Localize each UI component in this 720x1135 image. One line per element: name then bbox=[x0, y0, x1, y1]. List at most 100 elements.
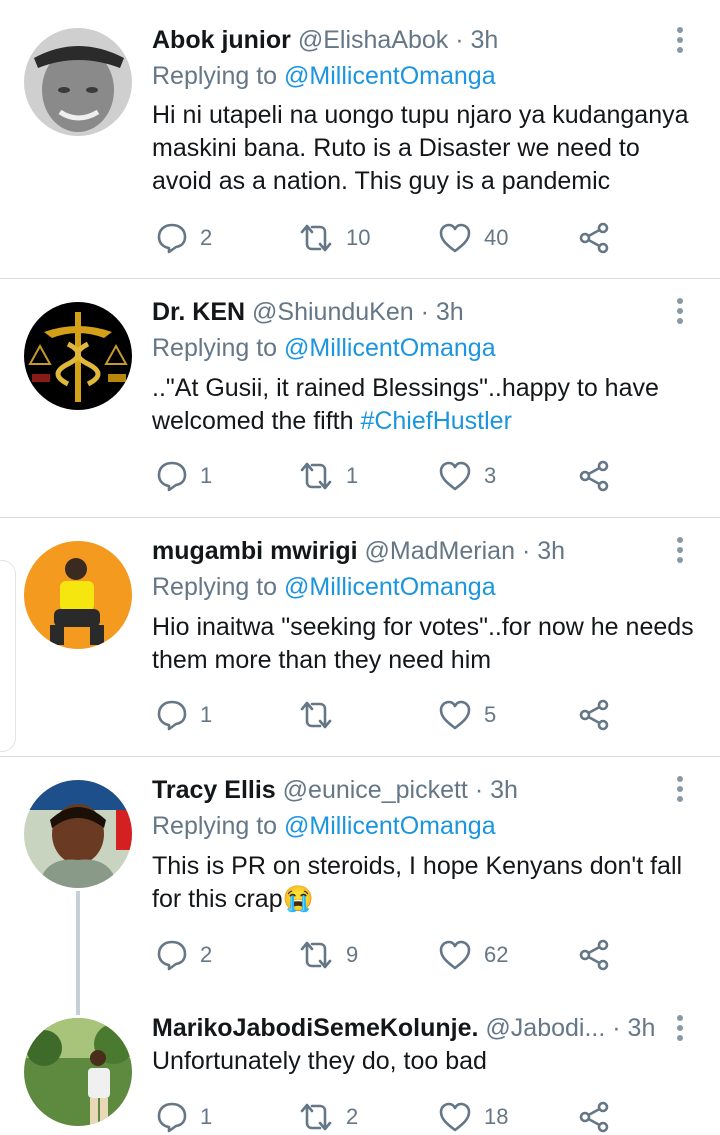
retweet-count: 2 bbox=[346, 1104, 359, 1129]
replying-to-label: Replying to bbox=[152, 573, 278, 601]
like-count: 5 bbox=[484, 702, 497, 727]
retweet-count: 1 bbox=[346, 463, 359, 488]
like-icon bbox=[439, 700, 471, 730]
separator-dot: · bbox=[474, 776, 484, 804]
like-count: 62 bbox=[484, 942, 509, 967]
avatar[interactable] bbox=[24, 541, 132, 649]
tweet-actions: 1 1 3 bbox=[152, 458, 700, 494]
like-button[interactable]: 40 bbox=[438, 220, 508, 256]
more-options-icon[interactable] bbox=[670, 536, 690, 566]
tweet-2[interactable]: Dr. KEN @ShiunduKen · 3h Replying to @Mi… bbox=[0, 279, 720, 517]
like-button[interactable]: 18 bbox=[438, 1099, 508, 1135]
tweet-text-content: Unfortunately they do, too bad bbox=[152, 1047, 487, 1075]
replying-to-line: Replying to @MillicentOmanga bbox=[152, 333, 496, 363]
retweet-button[interactable]: 10 bbox=[298, 220, 370, 256]
share-button[interactable] bbox=[578, 220, 612, 256]
reply-button[interactable]: 1 bbox=[156, 697, 212, 733]
tweet-text-content: This is PR on steroids, I hope Kenyans d… bbox=[152, 852, 683, 913]
like-icon bbox=[439, 1102, 471, 1132]
display-name[interactable]: Tracy Ellis bbox=[152, 776, 276, 804]
tweet-text: .."At Gusii, it rained Blessings"..happy… bbox=[152, 372, 700, 438]
share-button[interactable] bbox=[578, 1099, 612, 1135]
like-count: 18 bbox=[484, 1104, 509, 1129]
avatar[interactable] bbox=[24, 1018, 132, 1126]
timestamp[interactable]: 3h bbox=[537, 537, 565, 565]
like-count: 3 bbox=[484, 463, 497, 488]
timestamp[interactable]: 3h bbox=[490, 776, 518, 804]
display-name[interactable]: mugambi mwirigi bbox=[152, 537, 358, 565]
avatar-image bbox=[24, 1018, 132, 1126]
share-button[interactable] bbox=[578, 458, 612, 494]
user-handle[interactable]: @ShiunduKen bbox=[252, 298, 414, 326]
more-options-icon[interactable] bbox=[670, 1014, 690, 1044]
avatar-image bbox=[24, 302, 132, 410]
reply-button[interactable]: 1 bbox=[156, 458, 212, 494]
timestamp[interactable]: 3h bbox=[436, 298, 464, 326]
hashtag-link[interactable]: #ChiefHustler bbox=[360, 407, 511, 435]
retweet-button[interactable]: 2 bbox=[298, 1099, 358, 1135]
more-options-icon[interactable] bbox=[670, 297, 690, 327]
retweet-icon bbox=[300, 701, 332, 729]
avatar-image bbox=[24, 780, 132, 888]
mention-link[interactable]: @MillicentOmanga bbox=[284, 334, 496, 362]
user-handle[interactable]: @eunice_pickett bbox=[283, 776, 468, 804]
like-icon bbox=[439, 223, 471, 253]
more-options-icon[interactable] bbox=[670, 26, 690, 56]
tweet-3[interactable]: mugambi mwirigi @MadMerian · 3h Replying… bbox=[0, 518, 720, 756]
tweet-4[interactable]: Tracy Ellis @eunice_pickett · 3h Replyin… bbox=[0, 757, 720, 997]
mention-link[interactable]: @MillicentOmanga bbox=[284, 62, 496, 90]
reply-button[interactable]: 2 bbox=[156, 220, 212, 256]
reply-icon bbox=[157, 223, 187, 254]
retweet-icon bbox=[300, 941, 332, 969]
tweet-text: This is PR on steroids, I hope Kenyans d… bbox=[152, 850, 700, 916]
tweet-text: Hi ni utapeli na uongo tupu njaro ya kud… bbox=[152, 99, 700, 198]
like-icon bbox=[439, 461, 471, 491]
share-icon bbox=[579, 1101, 609, 1133]
reply-button[interactable]: 1 bbox=[156, 1099, 212, 1135]
timestamp[interactable]: 3h bbox=[628, 1014, 656, 1042]
retweet-button[interactable]: 9 bbox=[298, 937, 358, 973]
avatar[interactable] bbox=[24, 302, 132, 410]
avatar[interactable] bbox=[24, 780, 132, 888]
tweet-5[interactable]: MarikoJabodiSemeKolunje. @Jabodi... · 3h… bbox=[0, 997, 720, 1133]
display-name[interactable]: MarikoJabodiSemeKolunje. bbox=[152, 1014, 478, 1042]
tweet-actions: 2 10 40 bbox=[152, 220, 700, 256]
tweet-1[interactable]: Abok junior @ElishaAbok · 3h Replying to… bbox=[0, 0, 720, 278]
avatar-image bbox=[24, 28, 132, 136]
reply-count: 1 bbox=[200, 463, 213, 488]
display-name[interactable]: Abok junior bbox=[152, 26, 291, 54]
user-handle[interactable]: @Jabodi... bbox=[485, 1014, 605, 1042]
more-options-icon[interactable] bbox=[670, 775, 690, 805]
reply-button[interactable]: 2 bbox=[156, 937, 212, 973]
like-button[interactable]: 62 bbox=[438, 937, 508, 973]
reply-icon bbox=[157, 461, 187, 492]
reply-count: 1 bbox=[200, 1104, 213, 1129]
mention-link[interactable]: @MillicentOmanga bbox=[284, 812, 496, 840]
retweet-icon bbox=[300, 1103, 332, 1131]
replying-to-label: Replying to bbox=[152, 812, 278, 840]
like-button[interactable]: 3 bbox=[438, 458, 496, 494]
tweet-actions: 1 5 bbox=[152, 697, 700, 733]
retweet-button[interactable]: 1 bbox=[298, 458, 358, 494]
tweet-text: Unfortunately they do, too bad bbox=[152, 1045, 700, 1078]
user-handle[interactable]: @MadMerian bbox=[365, 537, 515, 565]
separator-dot: · bbox=[420, 298, 429, 326]
share-icon bbox=[579, 939, 609, 971]
retweet-button[interactable] bbox=[298, 697, 346, 733]
mention-link[interactable]: @MillicentOmanga bbox=[284, 573, 496, 601]
crying-face-emoji: 😭 bbox=[282, 885, 314, 913]
share-button[interactable] bbox=[578, 937, 612, 973]
retweet-count: 10 bbox=[346, 225, 371, 250]
display-name[interactable]: Dr. KEN bbox=[152, 298, 245, 326]
like-button[interactable]: 5 bbox=[438, 697, 496, 733]
tweet-actions: 1 2 18 bbox=[152, 1099, 700, 1135]
share-icon bbox=[579, 460, 609, 492]
like-count: 40 bbox=[484, 225, 509, 250]
avatar[interactable] bbox=[24, 28, 132, 136]
user-handle[interactable]: @ElishaAbok bbox=[298, 26, 448, 54]
timestamp[interactable]: 3h bbox=[471, 26, 499, 54]
like-icon bbox=[439, 940, 471, 970]
share-icon bbox=[579, 699, 609, 731]
tweet-header: Dr. KEN @ShiunduKen · 3h bbox=[152, 297, 464, 327]
share-button[interactable] bbox=[578, 697, 612, 733]
